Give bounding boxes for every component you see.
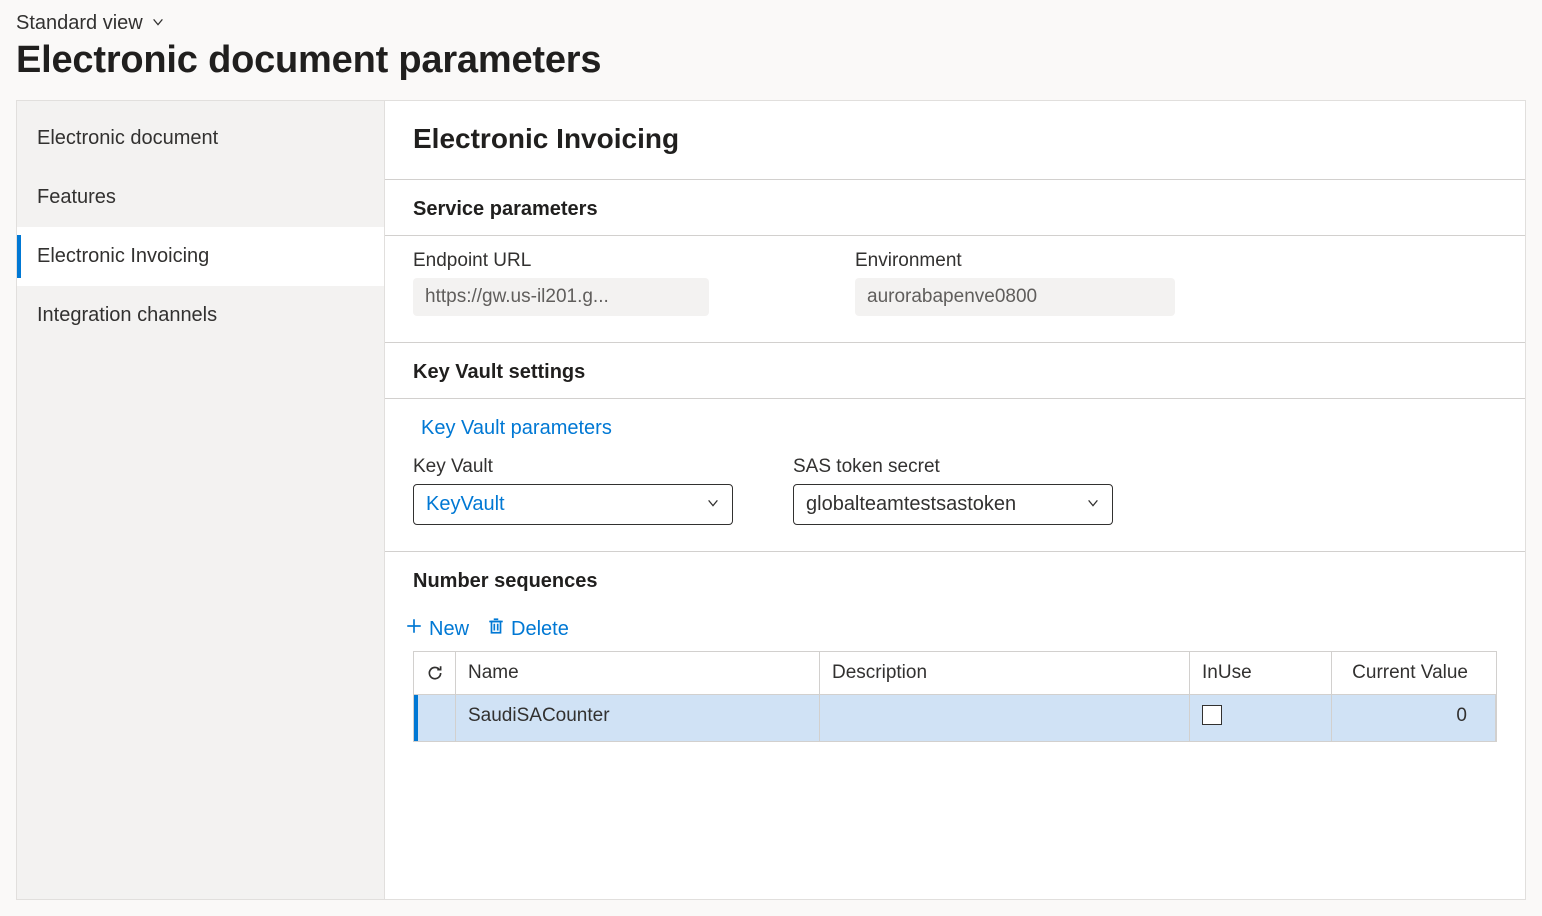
view-selector[interactable]: Standard view bbox=[16, 12, 165, 35]
key-vault-parameters-link[interactable]: Key Vault parameters bbox=[413, 413, 612, 456]
cell-name[interactable]: SaudiSACounter bbox=[456, 695, 820, 741]
sidebar-item-label: Electronic Invoicing bbox=[37, 245, 209, 267]
cell-description[interactable] bbox=[820, 695, 1190, 741]
column-header-name[interactable]: Name bbox=[456, 652, 820, 694]
sidebar-item-features[interactable]: Features bbox=[17, 168, 384, 227]
table-row[interactable]: SaudiSACounter 0 bbox=[414, 695, 1496, 741]
panel-title: Electronic Invoicing bbox=[385, 123, 1525, 173]
sidebar-item-label: Integration channels bbox=[37, 304, 217, 326]
sidebar-item-electronic-invoicing[interactable]: Electronic Invoicing bbox=[17, 227, 384, 286]
new-button-label: New bbox=[429, 618, 469, 641]
section-service-parameters: Service parameters Endpoint URL https://… bbox=[385, 179, 1525, 336]
section-header: Key Vault settings bbox=[385, 343, 1525, 399]
sas-token-label: SAS token secret bbox=[793, 456, 1113, 478]
environment-label: Environment bbox=[855, 250, 1175, 272]
grid-header-row: Name Description InUse Current Value bbox=[414, 652, 1496, 695]
grid-toolbar: New Delete bbox=[385, 607, 1525, 651]
checkbox-icon[interactable] bbox=[1202, 705, 1222, 725]
sidebar-item-integration-channels[interactable]: Integration channels bbox=[17, 286, 384, 345]
sas-token-dropdown[interactable]: globalteamtestsastoken bbox=[793, 484, 1113, 525]
sas-token-value: globalteamtestsastoken bbox=[806, 493, 1016, 516]
sidebar: Electronic document Features Electronic … bbox=[16, 100, 384, 900]
sidebar-item-electronic-document[interactable]: Electronic document bbox=[17, 109, 384, 168]
new-button[interactable]: New bbox=[405, 617, 469, 641]
key-vault-value: KeyVault bbox=[426, 493, 505, 516]
chevron-down-icon bbox=[1086, 493, 1100, 516]
key-vault-label: Key Vault bbox=[413, 456, 733, 478]
section-header: Service parameters bbox=[385, 180, 1525, 236]
column-header-description[interactable]: Description bbox=[820, 652, 1190, 694]
environment-value: aurorabapenve0800 bbox=[855, 278, 1175, 316]
section-number-sequences: Number sequences New Delete bbox=[385, 551, 1525, 742]
trash-icon bbox=[487, 617, 505, 641]
section-header: Number sequences bbox=[385, 552, 1525, 607]
cell-current-value[interactable]: 0 bbox=[1332, 695, 1496, 741]
chevron-down-icon bbox=[706, 493, 720, 516]
column-header-current-value[interactable]: Current Value bbox=[1332, 652, 1496, 694]
sidebar-item-label: Features bbox=[37, 186, 116, 208]
sidebar-item-label: Electronic document bbox=[37, 127, 218, 149]
page-title: Electronic document parameters bbox=[16, 39, 1526, 82]
refresh-column-header[interactable] bbox=[414, 652, 456, 694]
cell-inuse[interactable] bbox=[1190, 695, 1332, 741]
chevron-down-icon bbox=[151, 12, 165, 35]
number-sequences-grid: Name Description InUse Current Value Sau… bbox=[413, 651, 1497, 742]
key-vault-dropdown[interactable]: KeyVault bbox=[413, 484, 733, 525]
row-selector-cell[interactable] bbox=[414, 695, 456, 741]
endpoint-url-label: Endpoint URL bbox=[413, 250, 709, 272]
delete-button[interactable]: Delete bbox=[487, 617, 569, 641]
section-key-vault: Key Vault settings Key Vault parameters … bbox=[385, 342, 1525, 545]
endpoint-url-value: https://gw.us-il201.g... bbox=[413, 278, 709, 316]
delete-button-label: Delete bbox=[511, 618, 569, 641]
column-header-inuse[interactable]: InUse bbox=[1190, 652, 1332, 694]
plus-icon bbox=[405, 617, 423, 641]
view-selector-label: Standard view bbox=[16, 12, 143, 35]
main-panel: Electronic Invoicing Service parameters … bbox=[384, 100, 1526, 900]
